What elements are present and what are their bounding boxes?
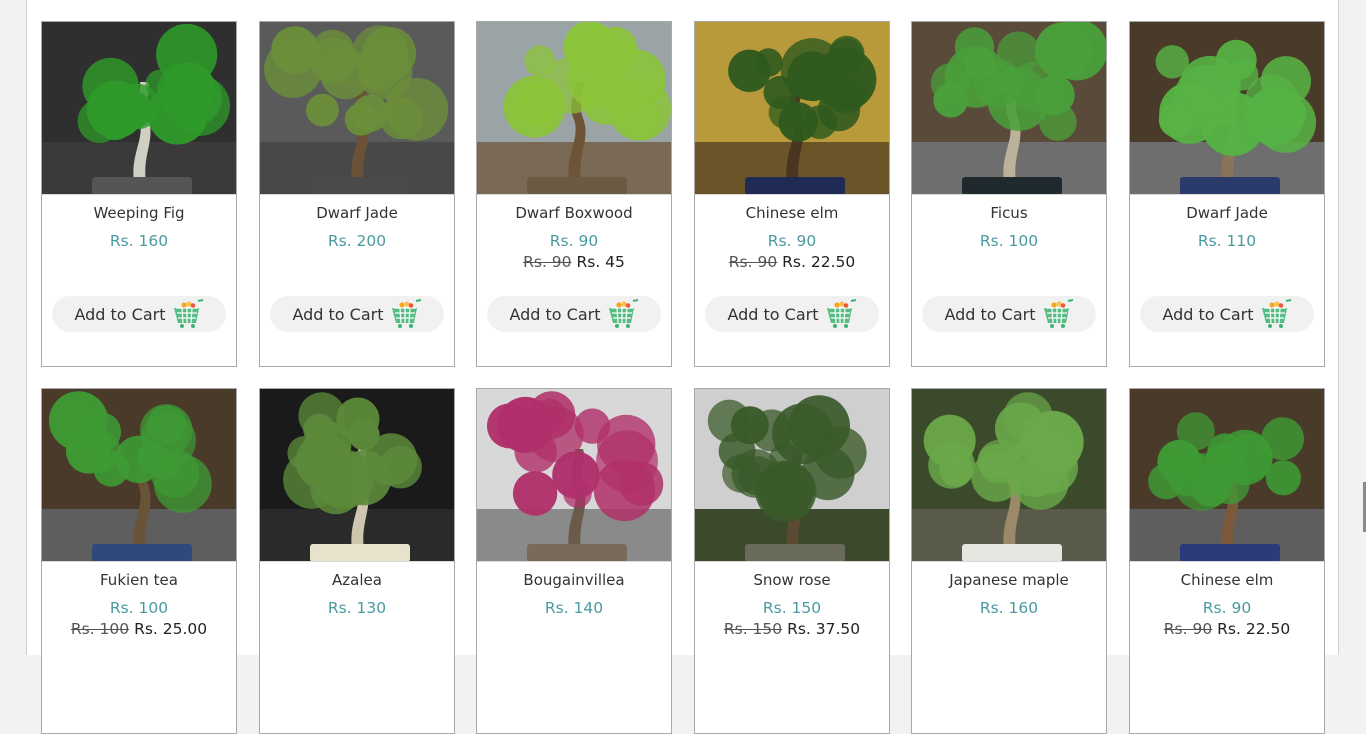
old-price: Rs. 90 — [1163, 620, 1213, 638]
dwarf-jade-image[interactable] — [260, 22, 454, 195]
chinese-elm-image[interactable] — [1130, 389, 1324, 562]
product-card: Fukien tea Rs. 100 Rs. 100 Rs. 25.00 — [41, 388, 237, 734]
add-to-cart-label: Add to Cart — [944, 304, 1036, 324]
product-price: Rs. 160 — [979, 599, 1039, 617]
shopping-cart-icon — [825, 299, 857, 329]
discounted-price: Rs. 25.00 — [134, 620, 208, 638]
add-to-cart-label: Add to Cart — [292, 304, 384, 324]
product-card: Bougainvillea Rs. 140 — [476, 388, 672, 734]
fukien-tea-image[interactable] — [42, 389, 236, 562]
product-name[interactable]: Dwarf Jade — [1130, 204, 1324, 222]
product-price: Rs. 130 — [327, 599, 387, 617]
ficus-image[interactable] — [912, 22, 1106, 195]
product-name[interactable]: Chinese elm — [695, 204, 889, 222]
dwarf-jade-image[interactable] — [1130, 22, 1324, 195]
product-price: Rs. 90 — [549, 232, 599, 250]
product-price: Rs. 160 — [109, 232, 169, 250]
product-card: Azalea Rs. 130 — [259, 388, 455, 734]
page-scrollbar[interactable] — [1339, 0, 1366, 655]
product-name[interactable]: Dwarf Boxwood — [477, 204, 671, 222]
old-price: Rs. 100 — [70, 620, 130, 638]
product-price: Rs. 110 — [1197, 232, 1257, 250]
add-to-cart-button[interactable]: Add to Cart — [1140, 296, 1314, 332]
sale-price-line: Rs. 150 Rs. 37.50 — [695, 620, 889, 638]
shopping-cart-icon — [1260, 299, 1292, 329]
product-card: Dwarf Boxwood Rs. 90 Rs. 90 Rs. 45 Add to C… — [476, 21, 672, 367]
product-name[interactable]: Ficus — [912, 204, 1106, 222]
product-price: Rs. 90 — [1202, 599, 1252, 617]
old-price: Rs. 90 — [728, 253, 778, 271]
product-name[interactable]: Weeping Fig — [42, 204, 236, 222]
add-to-cart-label: Add to Cart — [1162, 304, 1254, 324]
shopping-cart-icon — [607, 299, 639, 329]
sale-price-line: Rs. 90 Rs. 22.50 — [1130, 620, 1324, 638]
product-price: Rs. 150 — [762, 599, 822, 617]
add-to-cart-button[interactable]: Add to Cart — [922, 296, 1096, 332]
product-card: Japanese maple Rs. 160 — [911, 388, 1107, 734]
discounted-price: Rs. 45 — [576, 253, 625, 271]
product-price: Rs. 100 — [109, 599, 169, 617]
old-price: Rs. 90 — [523, 253, 572, 271]
product-card: Dwarf Jade Rs. 200 Add to Cart — [259, 21, 455, 367]
product-price: Rs. 200 — [327, 232, 387, 250]
product-card: Chinese elm Rs. 90 Rs. 90 Rs. 22.50 — [1129, 388, 1325, 734]
product-card: Dwarf Jade Rs. 110 Add to Cart — [1129, 21, 1325, 367]
product-price: Rs. 90 — [767, 232, 817, 250]
bougainvillea-image[interactable] — [477, 389, 671, 562]
add-to-cart-button[interactable]: Add to Cart — [487, 296, 661, 332]
sale-price-line: Rs. 90 Rs. 22.50 — [695, 253, 889, 271]
product-card: Ficus Rs. 100 Add to Cart — [911, 21, 1107, 367]
add-to-cart-label: Add to Cart — [727, 304, 819, 324]
product-name[interactable]: Japanese maple — [912, 571, 1106, 589]
weeping-fig-image[interactable] — [42, 22, 236, 195]
product-card: Snow rose Rs. 150 Rs. 150 Rs. 37.50 — [694, 388, 890, 734]
product-name[interactable]: Snow rose — [695, 571, 889, 589]
product-price: Rs. 100 — [979, 232, 1039, 250]
shopping-cart-icon — [390, 299, 422, 329]
discounted-price: Rs. 22.50 — [782, 253, 856, 271]
discounted-price: Rs. 22.50 — [1217, 620, 1291, 638]
add-to-cart-label: Add to Cart — [509, 304, 601, 324]
product-name[interactable]: Bougainvillea — [477, 571, 671, 589]
japanese-maple-image[interactable] — [912, 389, 1106, 562]
discounted-price: Rs. 37.50 — [787, 620, 861, 638]
add-to-cart-label: Add to Cart — [74, 304, 166, 324]
product-name[interactable]: Chinese elm — [1130, 571, 1324, 589]
add-to-cart-button[interactable]: Add to Cart — [705, 296, 879, 332]
add-to-cart-button[interactable]: Add to Cart — [52, 296, 226, 332]
product-price: Rs. 140 — [544, 599, 604, 617]
shopping-cart-icon — [1042, 299, 1074, 329]
old-price: Rs. 150 — [723, 620, 783, 638]
snow-rose-image[interactable] — [695, 389, 889, 562]
product-name[interactable]: Dwarf Jade — [260, 204, 454, 222]
product-card: Weeping Fig Rs. 160 Add to Cart — [41, 21, 237, 367]
sale-price-line: Rs. 90 Rs. 45 — [477, 253, 671, 271]
chinese-elm-image[interactable] — [695, 22, 889, 195]
add-to-cart-button[interactable]: Add to Cart — [270, 296, 444, 332]
dwarf-boxwood-image[interactable] — [477, 22, 671, 195]
sale-price-line: Rs. 100 Rs. 25.00 — [42, 620, 236, 638]
azalea-image[interactable] — [260, 389, 454, 562]
shopping-cart-icon — [172, 299, 204, 329]
product-name[interactable]: Fukien tea — [42, 571, 236, 589]
product-card: Chinese elm Rs. 90 Rs. 90 Rs. 22.50 Add to … — [694, 21, 890, 367]
product-name[interactable]: Azalea — [260, 571, 454, 589]
